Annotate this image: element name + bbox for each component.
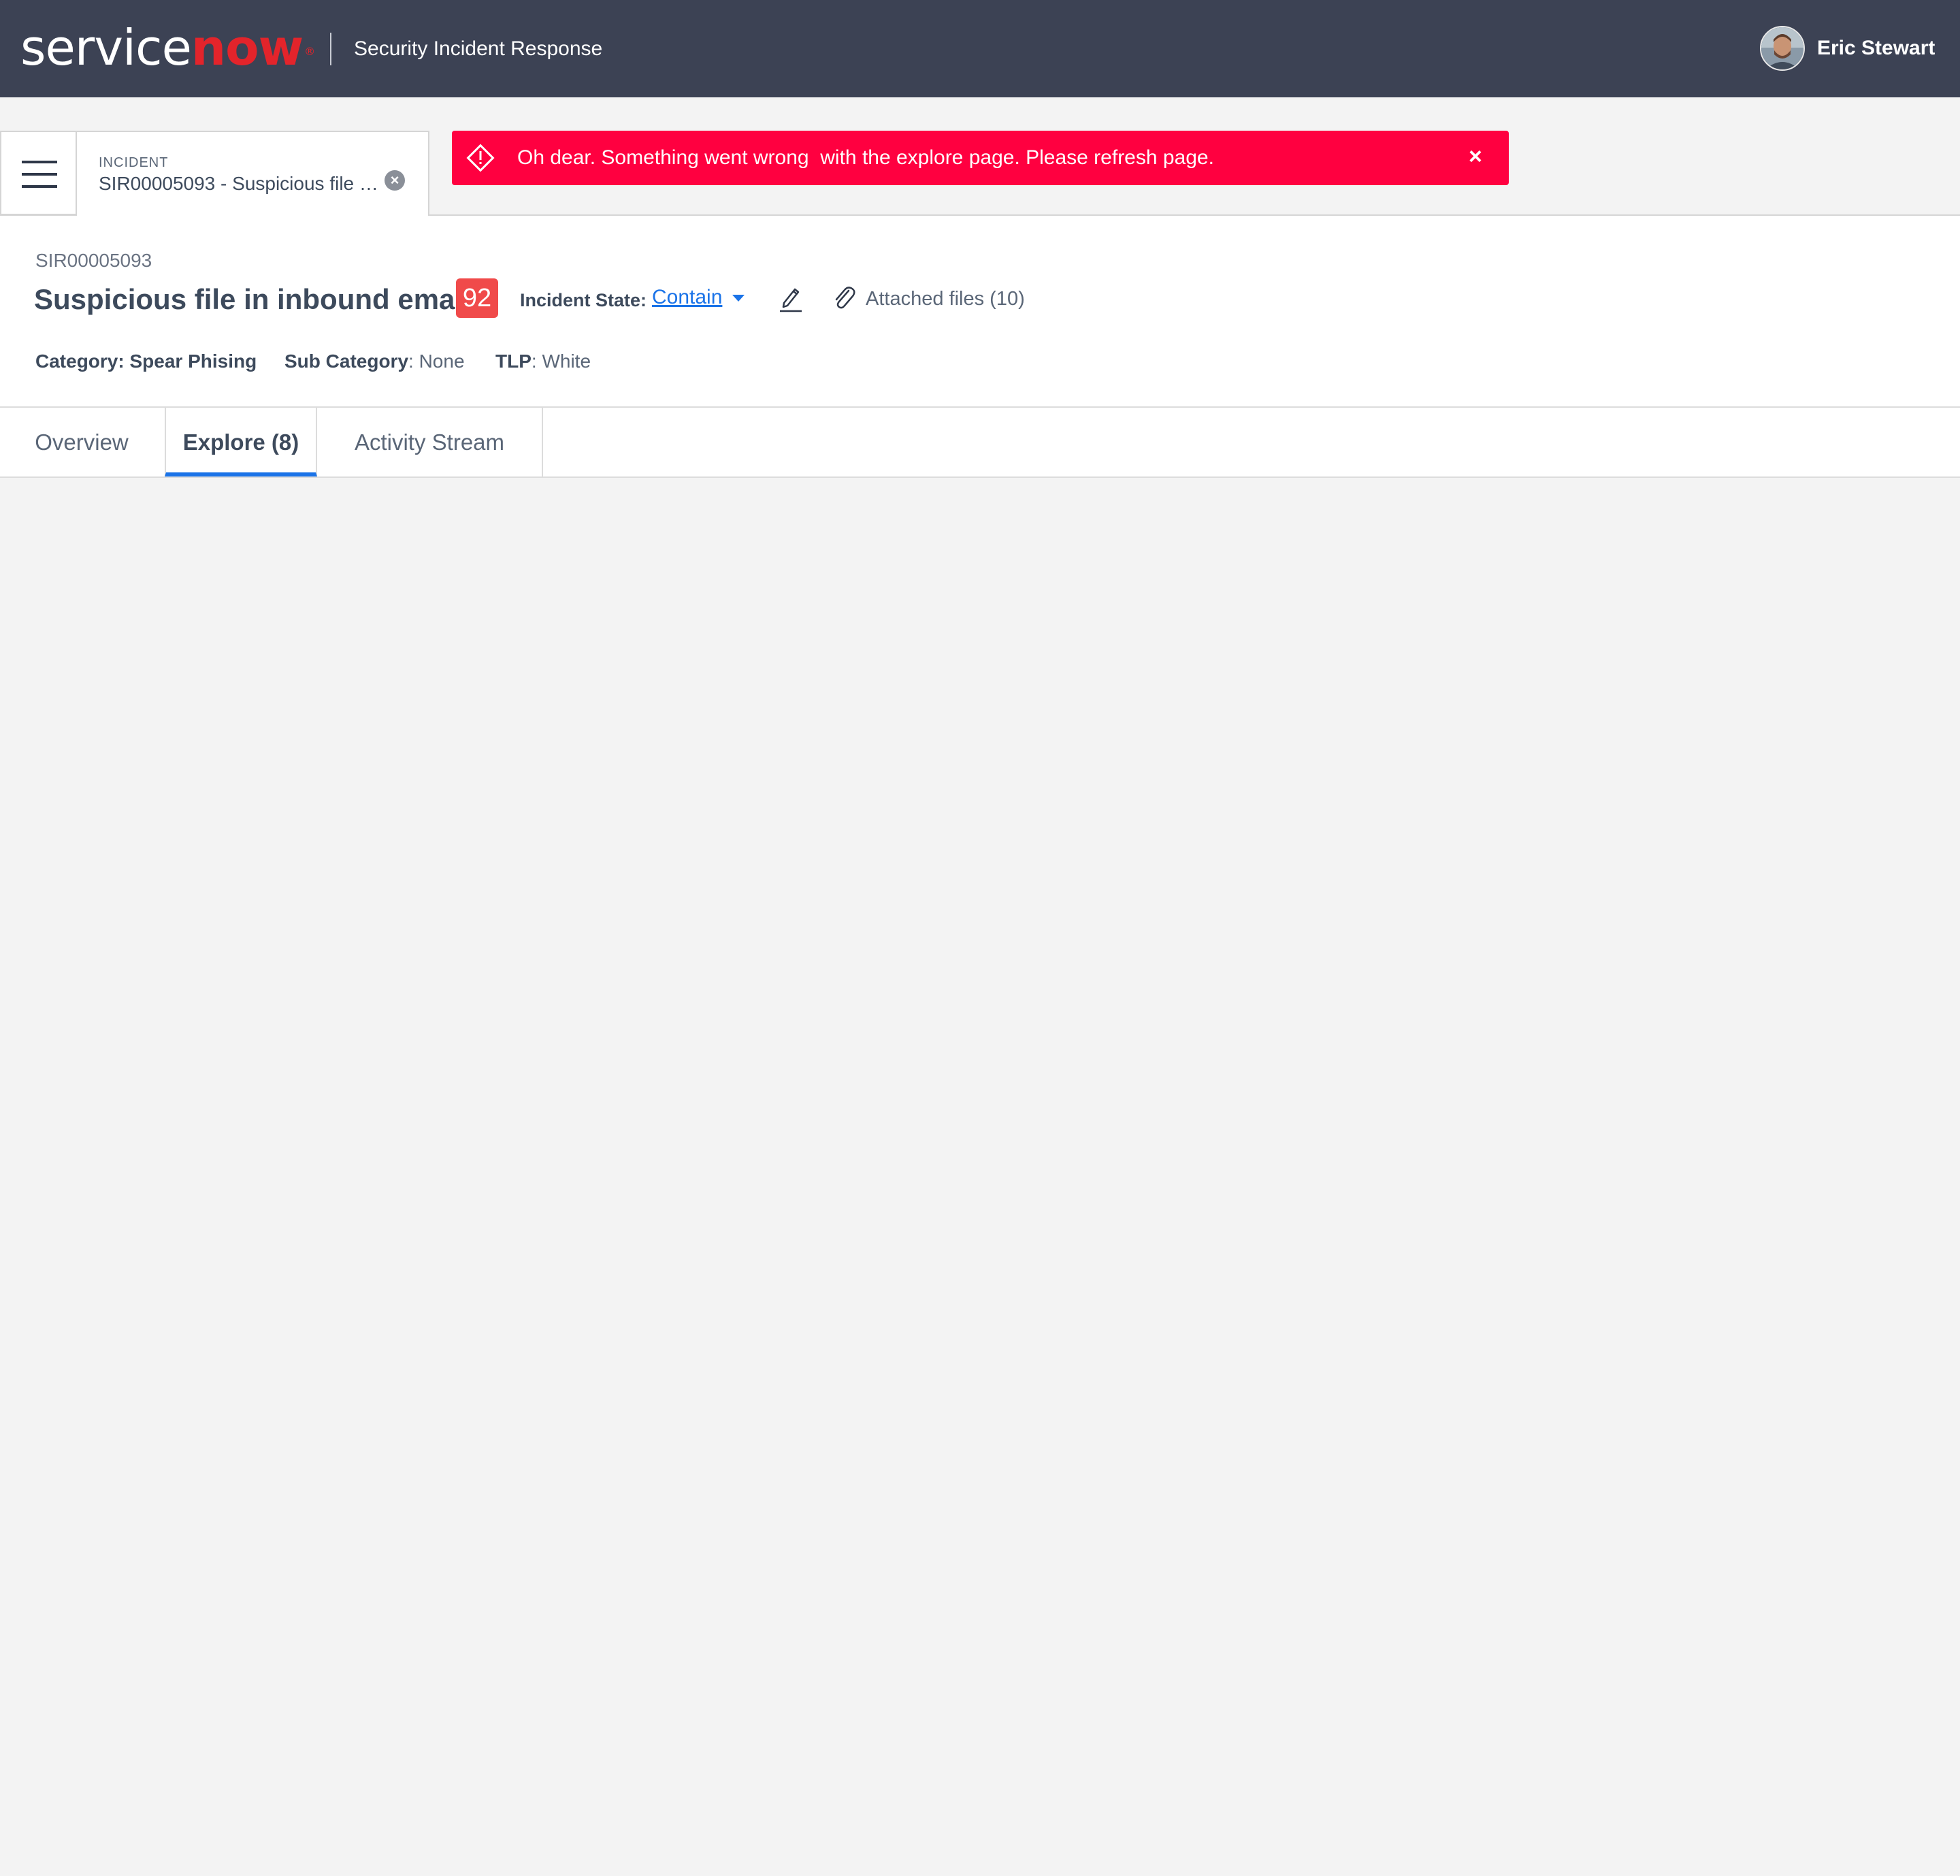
incident-state-label: Incident State:: [520, 290, 647, 310]
tlp-label: TLP: [495, 351, 532, 372]
subcategory-field: Sub Category: None: [284, 348, 465, 375]
close-tab-icon[interactable]: ×: [385, 170, 405, 191]
record-number: SIR00005093: [35, 250, 152, 271]
user-avatar[interactable]: [1760, 26, 1805, 71]
servicenow-logo[interactable]: servicenow ®: [20, 19, 315, 76]
top-navigation-bar: servicenow ® Security Incident Response E…: [0, 0, 1960, 97]
subcategory-label: Sub Category: [284, 351, 409, 372]
app-name: Security Incident Response: [354, 37, 603, 60]
tlp-field: TLP: White: [495, 348, 591, 375]
hamburger-icon-middle: [22, 173, 57, 176]
menu-button[interactable]: [0, 131, 77, 215]
edit-pencil-icon[interactable]: [776, 282, 806, 312]
hamburger-icon: [22, 161, 57, 163]
category-value: Spear Phising: [129, 351, 257, 372]
user-name[interactable]: Eric Stewart: [1817, 34, 1935, 63]
logo-trademark: ®: [304, 45, 315, 58]
logo-service-text: service: [20, 19, 192, 76]
incident-state-dropdown[interactable]: Contain: [652, 284, 722, 311]
record-tabs: Overview Explore (8) Activity Stream: [0, 408, 1960, 478]
tlp-value: : White: [531, 351, 591, 372]
incident-document-tab[interactable]: INCIDENT SIR00005093 - Suspicious file ……: [77, 131, 429, 216]
tab-overview[interactable]: Overview: [14, 408, 150, 476]
error-alert: Oh dear. Something went wrong with the e…: [452, 131, 1509, 185]
subcategory-value: : None: [408, 351, 465, 372]
tab-explore[interactable]: Explore (8): [165, 408, 317, 476]
attached-files-link[interactable]: Attached files (10): [866, 285, 1025, 312]
alert-close-icon[interactable]: ×: [1469, 143, 1482, 170]
category-field: Category: Spear Phising: [35, 348, 257, 375]
risk-score-badge: 92: [456, 278, 498, 318]
category-label: Category:: [35, 351, 125, 372]
warning-diamond-icon: [466, 144, 495, 172]
paperclip-icon[interactable]: [830, 282, 858, 312]
hamburger-icon-bottom: [22, 185, 57, 188]
explore-content-area: [0, 478, 1960, 1876]
alert-message: Oh dear. Something went wrong with the e…: [517, 146, 1214, 169]
doc-tab-title: SIR00005093 - Suspicious file …: [99, 173, 378, 194]
logo-now-text: now: [191, 19, 304, 76]
record-title: Suspicious file in inbound email: [34, 283, 471, 315]
tab-activity-stream[interactable]: Activity Stream: [317, 408, 543, 476]
chevron-down-icon[interactable]: [732, 295, 745, 302]
user-photo-icon: [1761, 27, 1803, 69]
header-divider: [330, 33, 331, 65]
record-header: SIR00005093 Suspicious file in inbound e…: [0, 216, 1960, 408]
doc-tab-type: INCIDENT: [99, 155, 169, 170]
